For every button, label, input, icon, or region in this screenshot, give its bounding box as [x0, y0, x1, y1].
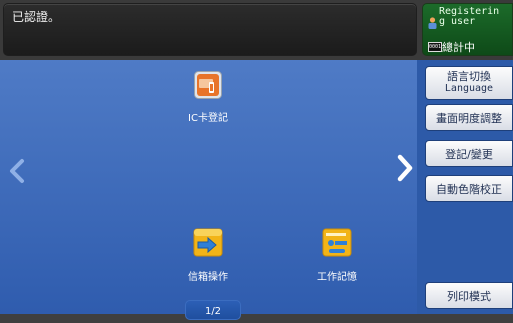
app-mailbox-operation[interactable]: 信箱操作	[176, 224, 240, 284]
print-mode-button[interactable]: 列印模式	[425, 282, 513, 309]
register-change-button[interactable]: 登記/變更	[425, 140, 513, 167]
meter-icon: 0001	[428, 42, 442, 52]
user-login-button[interactable]: Registerin g user 0001 總計中	[422, 3, 513, 56]
status-bar: 已認證。 Registerin g user 0001 總計中	[0, 0, 513, 60]
chevron-left-icon[interactable]	[6, 158, 28, 184]
status-message: 已認證。	[12, 10, 61, 24]
mailbox-icon	[193, 228, 223, 257]
user-status-text: Registerin g user	[439, 6, 500, 27]
ic-card-icon	[194, 71, 222, 99]
job-memory-icon	[322, 228, 352, 257]
message-area: 已認證。	[3, 3, 417, 56]
app-label: 工作記憶	[317, 272, 357, 283]
user-icon	[428, 17, 437, 29]
language-label: 語言切換	[447, 70, 491, 83]
app-job-memory[interactable]: 工作記憶	[305, 224, 369, 284]
app-ic-card-registration[interactable]: IC卡登記	[178, 71, 238, 131]
app-label: 信箱操作	[188, 272, 228, 283]
brightness-adjust-button[interactable]: 畫面明度調整	[425, 104, 513, 131]
page-indicator: 1/2	[185, 300, 241, 320]
meter-label: 總計中	[442, 41, 475, 54]
app-label: IC卡登記	[188, 113, 228, 124]
language-switch-button[interactable]: 語言切換 Language	[425, 66, 513, 100]
chevron-right-icon[interactable]	[394, 154, 416, 182]
auto-gradation-button[interactable]: 自動色階校正	[425, 175, 513, 202]
language-sublabel: Language	[444, 83, 494, 94]
